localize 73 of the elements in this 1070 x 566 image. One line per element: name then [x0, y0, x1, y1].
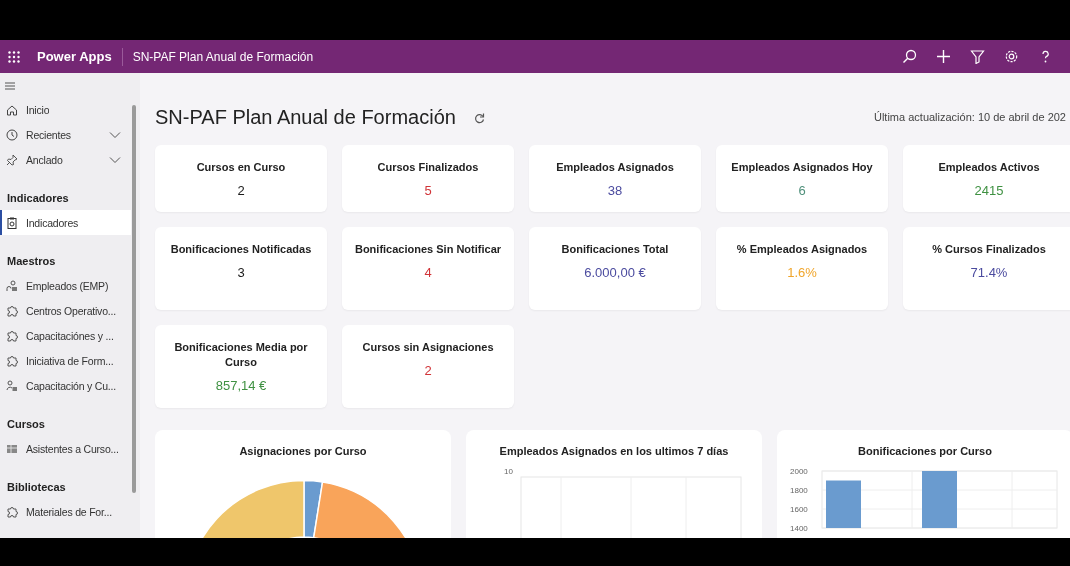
- kpi-value: 2: [424, 363, 432, 378]
- kpi-title: Bonificaciones Notificadas: [170, 242, 312, 257]
- puzzle-icon: [6, 304, 18, 317]
- home-icon: [6, 103, 18, 116]
- kpi-title: Bonificaciones Sin Notificar: [354, 242, 502, 257]
- axis-tick-label: 10: [504, 467, 513, 476]
- app-launcher-icon[interactable]: [8, 50, 20, 63]
- kpi-title: % Cursos Finalizados: [932, 242, 1046, 257]
- kpi-value: 3: [237, 265, 245, 280]
- chart-title: Bonificaciones por Curso: [858, 445, 992, 457]
- person-icon: [6, 379, 18, 392]
- kpi-value: 1.6%: [787, 265, 817, 280]
- puzzle-icon: [6, 329, 18, 342]
- bar: [922, 471, 957, 528]
- kpi-title: Cursos en Curso: [196, 160, 286, 175]
- plus-icon[interactable]: [935, 48, 952, 65]
- kpi-title: Bonificaciones Media por Curso: [173, 340, 309, 370]
- kpi-value: 857,14 €: [215, 378, 267, 393]
- pin-icon: [6, 153, 18, 166]
- axis-tick-label: 1600: [790, 505, 808, 514]
- puzzle-icon: [6, 354, 18, 367]
- axis-tick-label: 2000: [790, 467, 808, 476]
- nav-item[interactable]: Asistentes a Curso...: [0, 436, 131, 461]
- nav-item[interactable]: Materiales de For...: [0, 499, 131, 524]
- puzzle-icon: [6, 505, 18, 518]
- chevron-down-icon: [109, 130, 121, 139]
- chart-title: Empleados Asignados en los ultimos 7 días: [499, 445, 729, 457]
- clipboard-icon: [6, 216, 18, 229]
- section-heading: Cursos: [6, 417, 46, 432]
- filter-icon[interactable]: [969, 48, 986, 65]
- kpi-value: 2415: [974, 183, 1004, 198]
- kpi-value: 6: [798, 183, 806, 198]
- nav-item[interactable]: Capacitación y Cu...: [0, 373, 131, 398]
- table-icon: [6, 442, 18, 455]
- kpi-title: Empleados Asignados Hoy: [731, 160, 873, 175]
- last-updated-text: Última actualización: 10 de abril de 202: [874, 111, 1066, 123]
- nav-item[interactable]: Anclado: [0, 147, 131, 172]
- kpi-value: 38: [607, 183, 623, 198]
- people-icon: [6, 279, 18, 292]
- refresh-icon[interactable]: [473, 111, 485, 123]
- section-heading: Bibliotecas: [6, 480, 67, 495]
- kpi-value: 5: [424, 183, 432, 198]
- kpi-title: % Empleados Asignados: [736, 242, 868, 257]
- nav-item[interactable]: Indicadores: [0, 210, 131, 235]
- section-heading: Indicadores: [6, 191, 70, 206]
- kpi-title: Empleados Activos: [938, 160, 1040, 175]
- kpi-title: Bonificaciones Total: [561, 242, 669, 257]
- app-name: Power Apps: [37, 49, 112, 64]
- kpi-title: Cursos Finalizados: [377, 160, 479, 175]
- kpi-title: Empleados Asignados: [556, 160, 674, 175]
- kpi-value: 2: [237, 183, 245, 198]
- nav-item[interactable]: Recientes: [0, 122, 131, 147]
- chart-title: Asignaciones por Curso: [239, 445, 367, 457]
- kpi-value: 4: [424, 265, 432, 280]
- nav-item[interactable]: Centros Operativo...: [0, 298, 131, 323]
- app-title: SN-PAF Plan Anual de Formación: [132, 49, 314, 64]
- search-icon[interactable]: [901, 48, 918, 65]
- nav-item[interactable]: Iniciativa de Form...: [0, 348, 131, 373]
- page-title: SN-PAF Plan Anual de Formación: [155, 105, 456, 129]
- kpi-value: 71.4%: [970, 265, 1008, 280]
- nav-item[interactable]: Empleados (EMP): [0, 273, 131, 298]
- clock-icon: [6, 128, 18, 141]
- bar: [826, 480, 861, 528]
- chevron-down-icon: [109, 155, 121, 164]
- axis-tick-label: 1400: [790, 524, 808, 533]
- section-heading: Maestros: [6, 254, 57, 269]
- nav-item[interactable]: Inicio: [0, 97, 131, 122]
- axis-tick-label: 1800: [790, 486, 808, 495]
- kpi-title: Cursos sin Asignaciones: [362, 340, 494, 355]
- scrollbar[interactable]: [132, 105, 136, 493]
- settings-icon[interactable]: [1003, 48, 1020, 65]
- nav-item[interactable]: Capacitaciónes y ...: [0, 323, 131, 348]
- kpi-value: 6.000,00 €: [584, 265, 646, 280]
